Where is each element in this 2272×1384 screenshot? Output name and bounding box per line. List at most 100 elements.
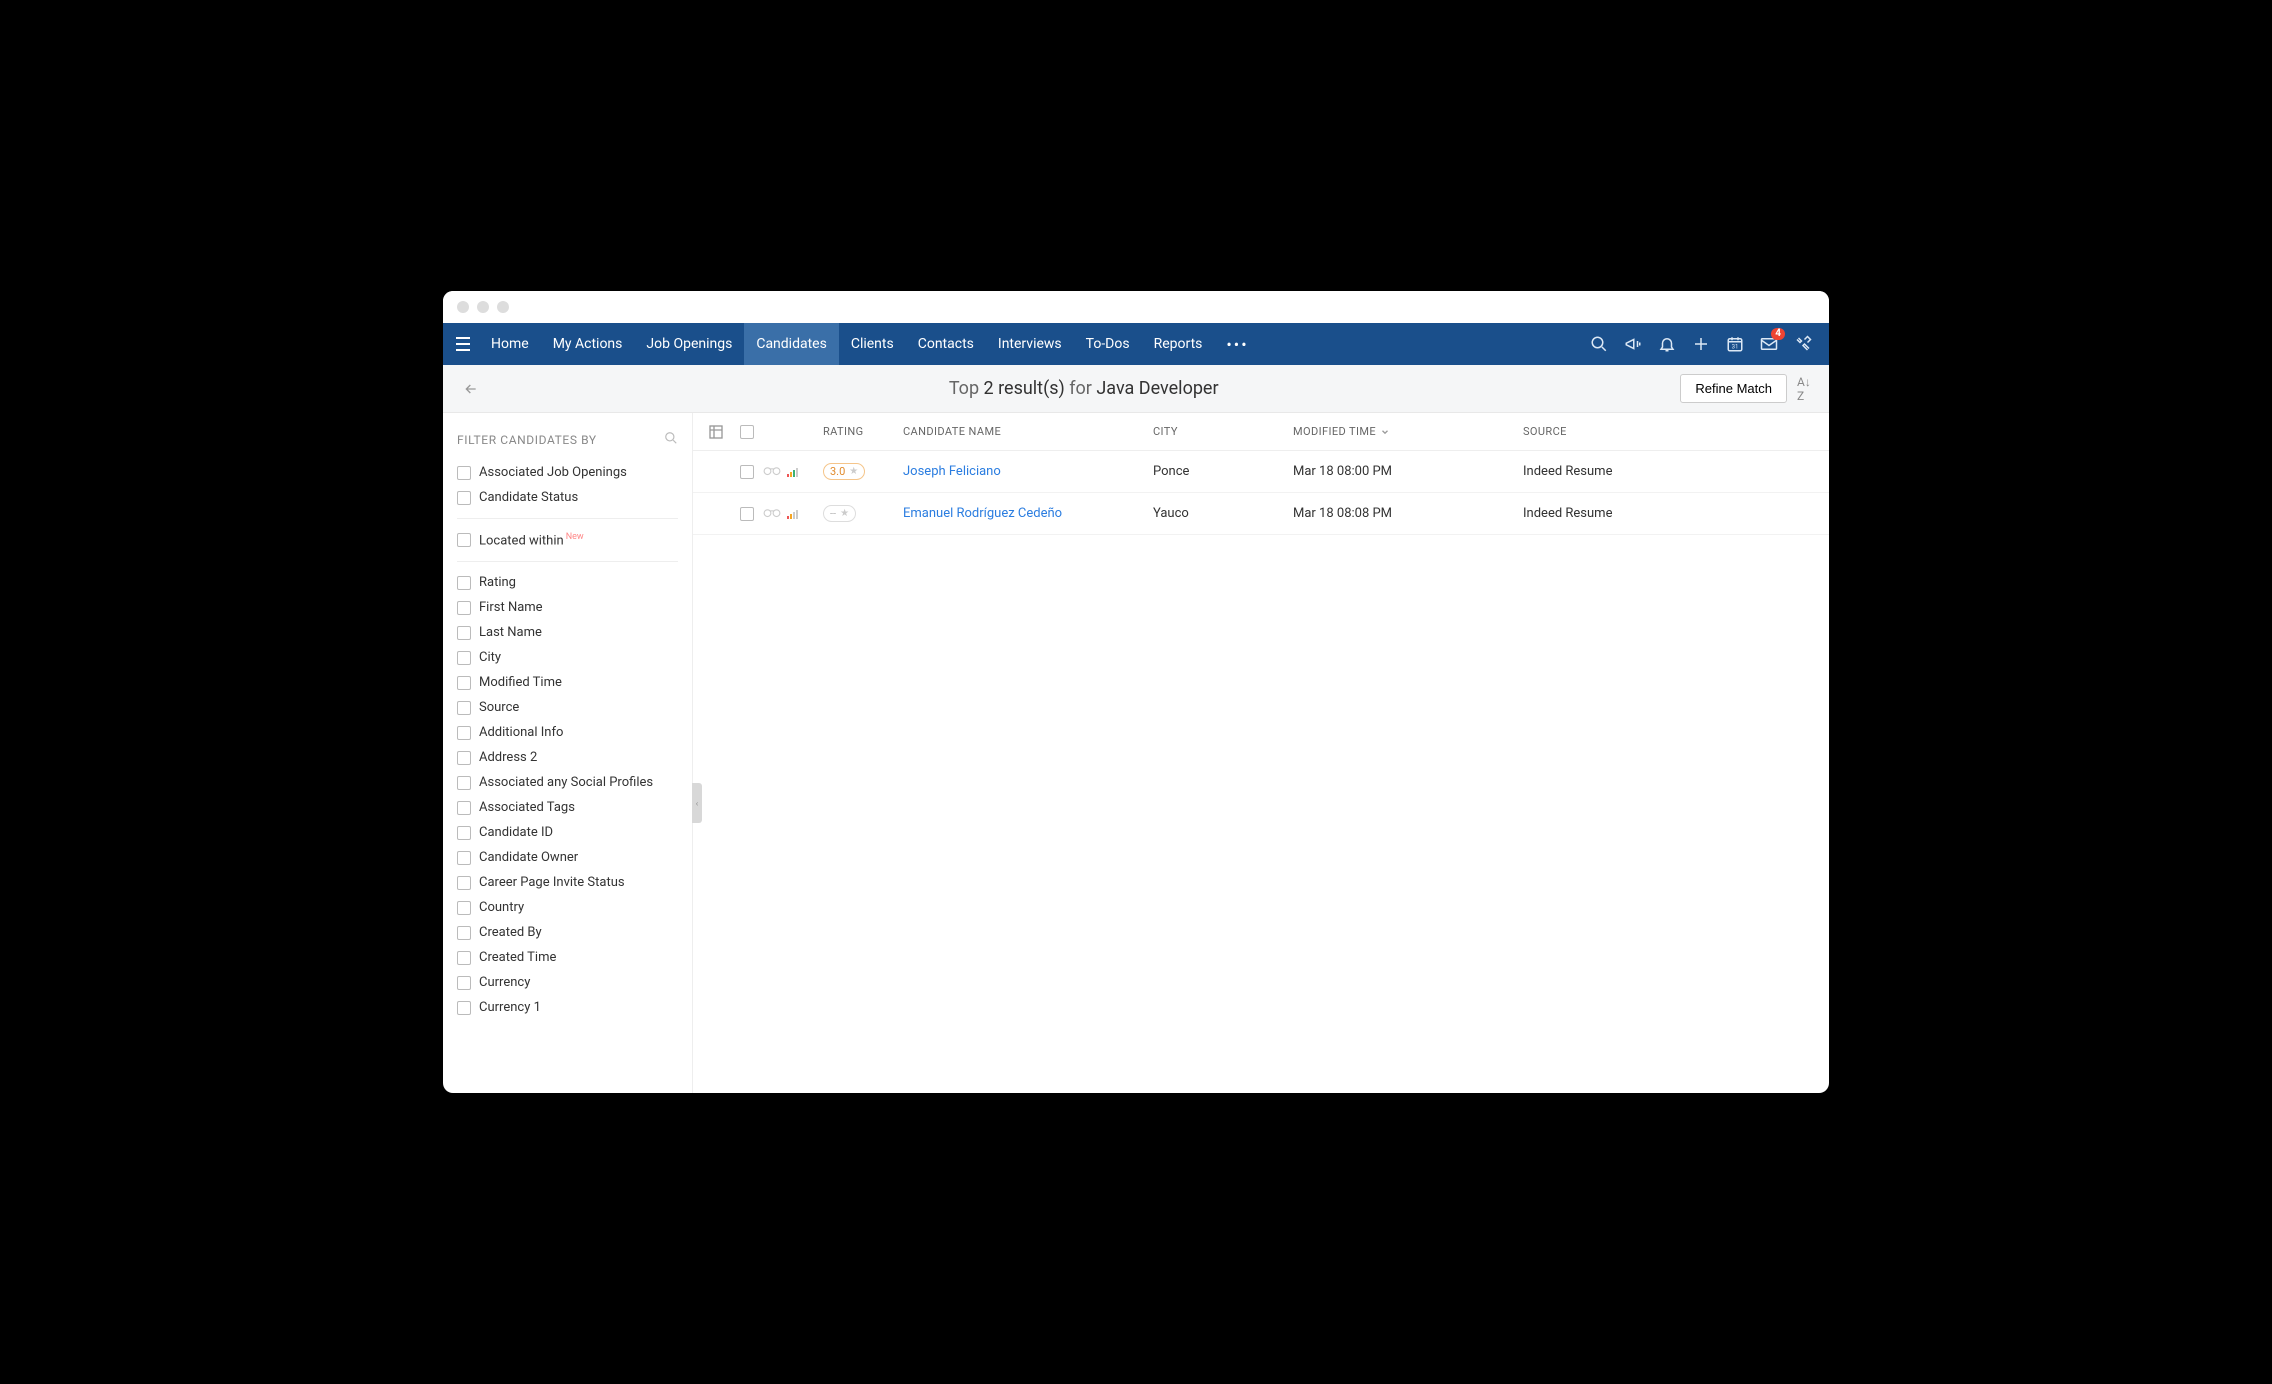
filter-item[interactable]: Career Page Invite Status — [443, 870, 692, 895]
calendar-icon[interactable]: 31 — [1725, 334, 1745, 354]
row-checkbox[interactable] — [740, 465, 754, 479]
results-title: Top 2 result(s) for Java Developer — [487, 378, 1680, 399]
filter-checkbox[interactable] — [457, 601, 471, 615]
nav-clients[interactable]: Clients — [839, 323, 906, 365]
filter-item[interactable]: Currency 1 — [443, 995, 692, 1020]
refine-match-button[interactable]: Refine Match — [1680, 374, 1787, 403]
filter-checkbox[interactable] — [457, 1001, 471, 1015]
sort-desc-icon — [1380, 427, 1390, 437]
cell-source: Indeed Resume — [1523, 506, 1821, 521]
filter-item[interactable]: Address 2 — [443, 745, 692, 770]
new-badge: New — [566, 532, 584, 542]
nav-candidates[interactable]: Candidates — [744, 323, 839, 365]
filter-item[interactable]: Candidate ID — [443, 820, 692, 845]
binocular-icon[interactable] — [763, 506, 781, 522]
select-all-checkbox[interactable] — [740, 425, 754, 439]
nav-job-openings[interactable]: Job Openings — [634, 323, 744, 365]
filter-item[interactable]: Created By — [443, 920, 692, 945]
header-rating[interactable]: RATING — [823, 425, 903, 438]
filter-item[interactable]: Country — [443, 895, 692, 920]
filter-checkbox[interactable] — [457, 726, 471, 740]
filter-checkbox[interactable] — [457, 951, 471, 965]
signal-icon — [787, 467, 798, 477]
nav-interviews[interactable]: Interviews — [986, 323, 1074, 365]
filter-item[interactable]: Source — [443, 695, 692, 720]
nav-more-icon[interactable]: ••• — [1214, 335, 1260, 354]
nav-home[interactable]: Home — [479, 323, 541, 365]
filter-checkbox[interactable] — [457, 701, 471, 715]
filter-checkbox[interactable] — [457, 776, 471, 790]
filter-item[interactable]: Associated any Social Profiles — [443, 770, 692, 795]
filter-item[interactable]: Last Name — [443, 620, 692, 645]
traffic-light-zoom[interactable] — [497, 301, 509, 313]
filter-item[interactable]: Rating — [443, 570, 692, 595]
header-modified-time[interactable]: MODIFIED TIME — [1293, 425, 1523, 438]
sort-icon[interactable]: A↓Z — [1797, 375, 1817, 403]
filter-checkbox[interactable] — [457, 876, 471, 890]
filter-item[interactable]: Modified Time — [443, 670, 692, 695]
filter-item[interactable]: Additional Info — [443, 720, 692, 745]
filter-checkbox[interactable] — [457, 533, 471, 547]
filter-checkbox[interactable] — [457, 626, 471, 640]
header-city[interactable]: CITY — [1153, 425, 1293, 438]
row-checkbox[interactable] — [740, 507, 754, 521]
filter-checkbox[interactable] — [457, 751, 471, 765]
filter-checkbox[interactable] — [457, 466, 471, 480]
candidate-name-link[interactable]: Emanuel Rodríguez Cedeño — [903, 506, 1062, 521]
rating-pill[interactable]: 3.0★ — [823, 463, 865, 480]
filter-item[interactable]: Currency — [443, 970, 692, 995]
plus-icon[interactable] — [1691, 334, 1711, 354]
filter-label: Address 2 — [479, 750, 537, 765]
menu-icon[interactable] — [447, 337, 479, 351]
filter-checkbox[interactable] — [457, 801, 471, 815]
filter-label: Country — [479, 900, 524, 915]
traffic-light-close[interactable] — [457, 301, 469, 313]
filter-label: Rating — [479, 575, 516, 590]
filter-checkbox[interactable] — [457, 851, 471, 865]
search-icon[interactable] — [1589, 334, 1609, 354]
filter-item[interactable]: First Name — [443, 595, 692, 620]
top-nav: Home My Actions Job Openings Candidates … — [443, 323, 1829, 365]
bell-icon[interactable] — [1657, 334, 1677, 354]
tools-icon[interactable] — [1793, 334, 1813, 354]
titlebar — [443, 291, 1829, 323]
candidate-name-link[interactable]: Joseph Feliciano — [903, 464, 1001, 479]
filter-checkbox[interactable] — [457, 976, 471, 990]
nav-to-dos[interactable]: To-Dos — [1074, 323, 1142, 365]
filter-item[interactable]: Candidate Status — [443, 485, 692, 510]
column-settings-icon[interactable] — [701, 424, 731, 440]
sidebar-collapse-handle[interactable]: ‹ — [692, 783, 702, 823]
nav-contacts[interactable]: Contacts — [906, 323, 986, 365]
nav-my-actions[interactable]: My Actions — [541, 323, 635, 365]
traffic-light-minimize[interactable] — [477, 301, 489, 313]
filter-sidebar: FILTER CANDIDATES BY Associated Job Open… — [443, 413, 693, 1093]
filter-search-icon[interactable] — [664, 431, 678, 448]
filter-checkbox[interactable] — [457, 651, 471, 665]
filter-divider — [457, 518, 678, 519]
header-source[interactable]: SOURCE — [1523, 425, 1821, 438]
filter-item[interactable]: City — [443, 645, 692, 670]
binocular-icon[interactable] — [763, 464, 781, 480]
rating-pill[interactable]: --★ — [823, 505, 856, 522]
filter-item[interactable]: Candidate Owner — [443, 845, 692, 870]
signal-icon — [787, 509, 798, 519]
filter-checkbox[interactable] — [457, 491, 471, 505]
filter-label: Currency 1 — [479, 1000, 541, 1015]
filter-checkbox[interactable] — [457, 826, 471, 840]
megaphone-icon[interactable] — [1623, 334, 1643, 354]
filter-checkbox[interactable] — [457, 576, 471, 590]
filter-checkbox[interactable] — [457, 926, 471, 940]
nav-reports[interactable]: Reports — [1142, 323, 1215, 365]
filter-item[interactable]: Created Time — [443, 945, 692, 970]
filter-item[interactable]: Associated Tags — [443, 795, 692, 820]
filter-checkbox[interactable] — [457, 676, 471, 690]
cell-modified-time: Mar 18 08:08 PM — [1293, 506, 1523, 521]
filter-item[interactable]: Associated Job Openings — [443, 460, 692, 485]
mail-icon[interactable]: 4 — [1759, 334, 1779, 354]
filter-label: Located within — [479, 533, 564, 548]
back-arrow-icon[interactable] — [455, 381, 487, 397]
filter-located-within[interactable]: Located withinNew — [443, 527, 692, 553]
filter-checkbox[interactable] — [457, 901, 471, 915]
cell-source: Indeed Resume — [1523, 464, 1821, 479]
header-candidate-name[interactable]: CANDIDATE NAME — [903, 425, 1153, 438]
